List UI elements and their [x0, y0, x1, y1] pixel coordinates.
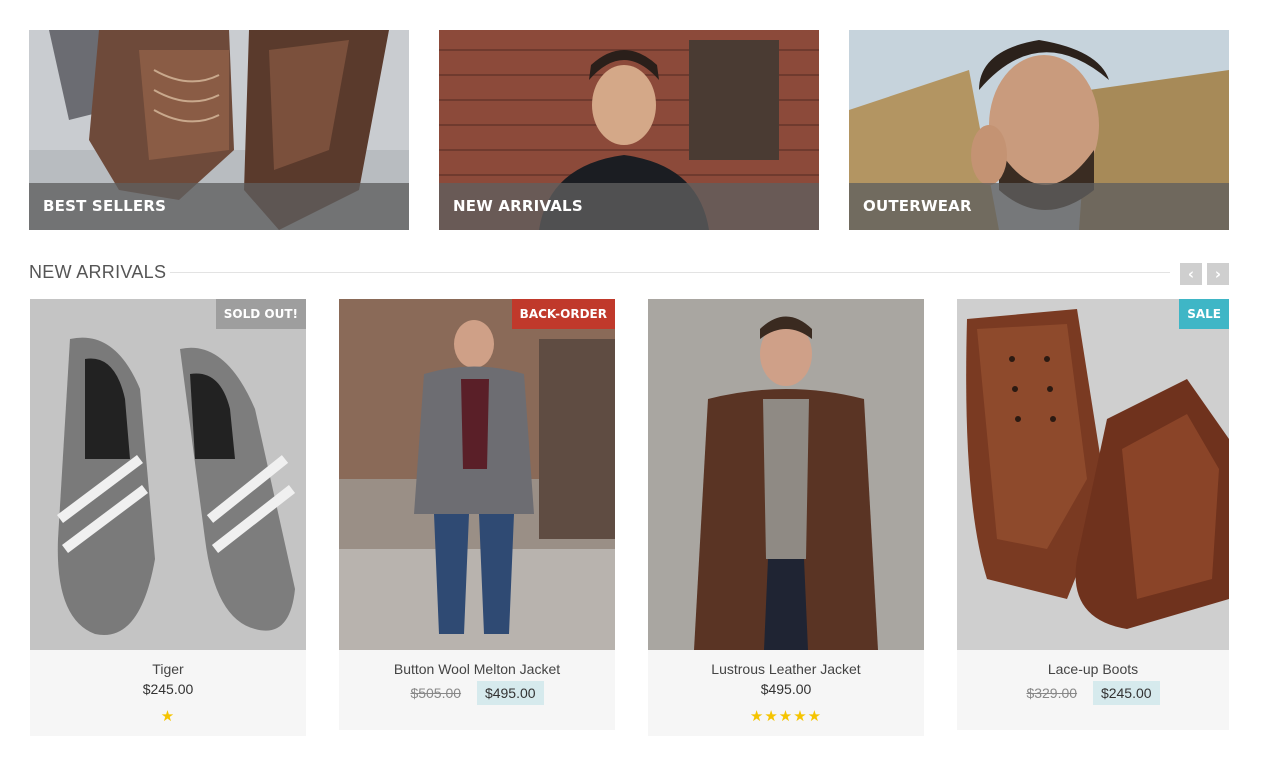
leather-jacket-model-photo: [648, 299, 924, 650]
sneakers-photo: [30, 299, 306, 650]
product-name[interactable]: Button Wool Melton Jacket: [339, 661, 615, 677]
banner-caption: OUTERWEAR: [849, 183, 1229, 230]
star-rating-icon: ★★★★★: [749, 708, 823, 725]
product-info: Lace-up Boots $329.00 $245.00: [957, 650, 1229, 730]
status-badge: SOLD OUT!: [215, 299, 306, 329]
wool-jacket-model-photo: [339, 299, 615, 650]
section-divider: [170, 272, 1170, 273]
banner-new-arrivals[interactable]: NEW ARRIVALS: [439, 30, 819, 230]
sale-price: $495.00: [476, 681, 544, 705]
carousel-next-button[interactable]: ›: [1207, 263, 1229, 285]
product-price: $495.00: [760, 681, 812, 697]
section-title: NEW ARRIVALS: [29, 262, 167, 282]
star-rating-icon: ★: [160, 708, 176, 725]
product-name[interactable]: Tiger: [30, 661, 306, 677]
product-name[interactable]: Lace-up Boots: [957, 661, 1229, 677]
product-image[interactable]: BACK-ORDER: [339, 299, 615, 650]
status-badge: BACK-ORDER: [511, 299, 615, 329]
product-image[interactable]: SOLD OUT!: [30, 299, 306, 650]
chevron-left-icon: ‹: [1187, 265, 1195, 283]
product-info: Button Wool Melton Jacket $505.00 $495.0…: [339, 650, 615, 730]
banner-outerwear[interactable]: OUTERWEAR: [849, 30, 1229, 230]
carousel-prev-button[interactable]: ‹: [1180, 263, 1202, 285]
product-image[interactable]: [648, 299, 924, 650]
banner-best-sellers[interactable]: BEST SELLERS: [29, 30, 409, 230]
product-name[interactable]: Lustrous Leather Jacket: [648, 661, 924, 677]
product-info: Lustrous Leather Jacket $495.00 ★★★★★: [648, 650, 924, 736]
product-image[interactable]: SALE: [957, 299, 1229, 650]
leather-boots-photo: [957, 299, 1229, 650]
sale-price: $245.00: [1092, 681, 1160, 705]
product-price: $245.00: [142, 681, 194, 697]
banner-caption: NEW ARRIVALS: [439, 183, 819, 230]
chevron-right-icon: ›: [1214, 265, 1222, 283]
product-info: Tiger $245.00 ★: [30, 650, 306, 736]
banner-caption: BEST SELLERS: [29, 183, 409, 230]
original-price: $505.00: [410, 685, 462, 701]
original-price: $329.00: [1026, 685, 1078, 701]
status-badge: SALE: [1179, 299, 1229, 329]
